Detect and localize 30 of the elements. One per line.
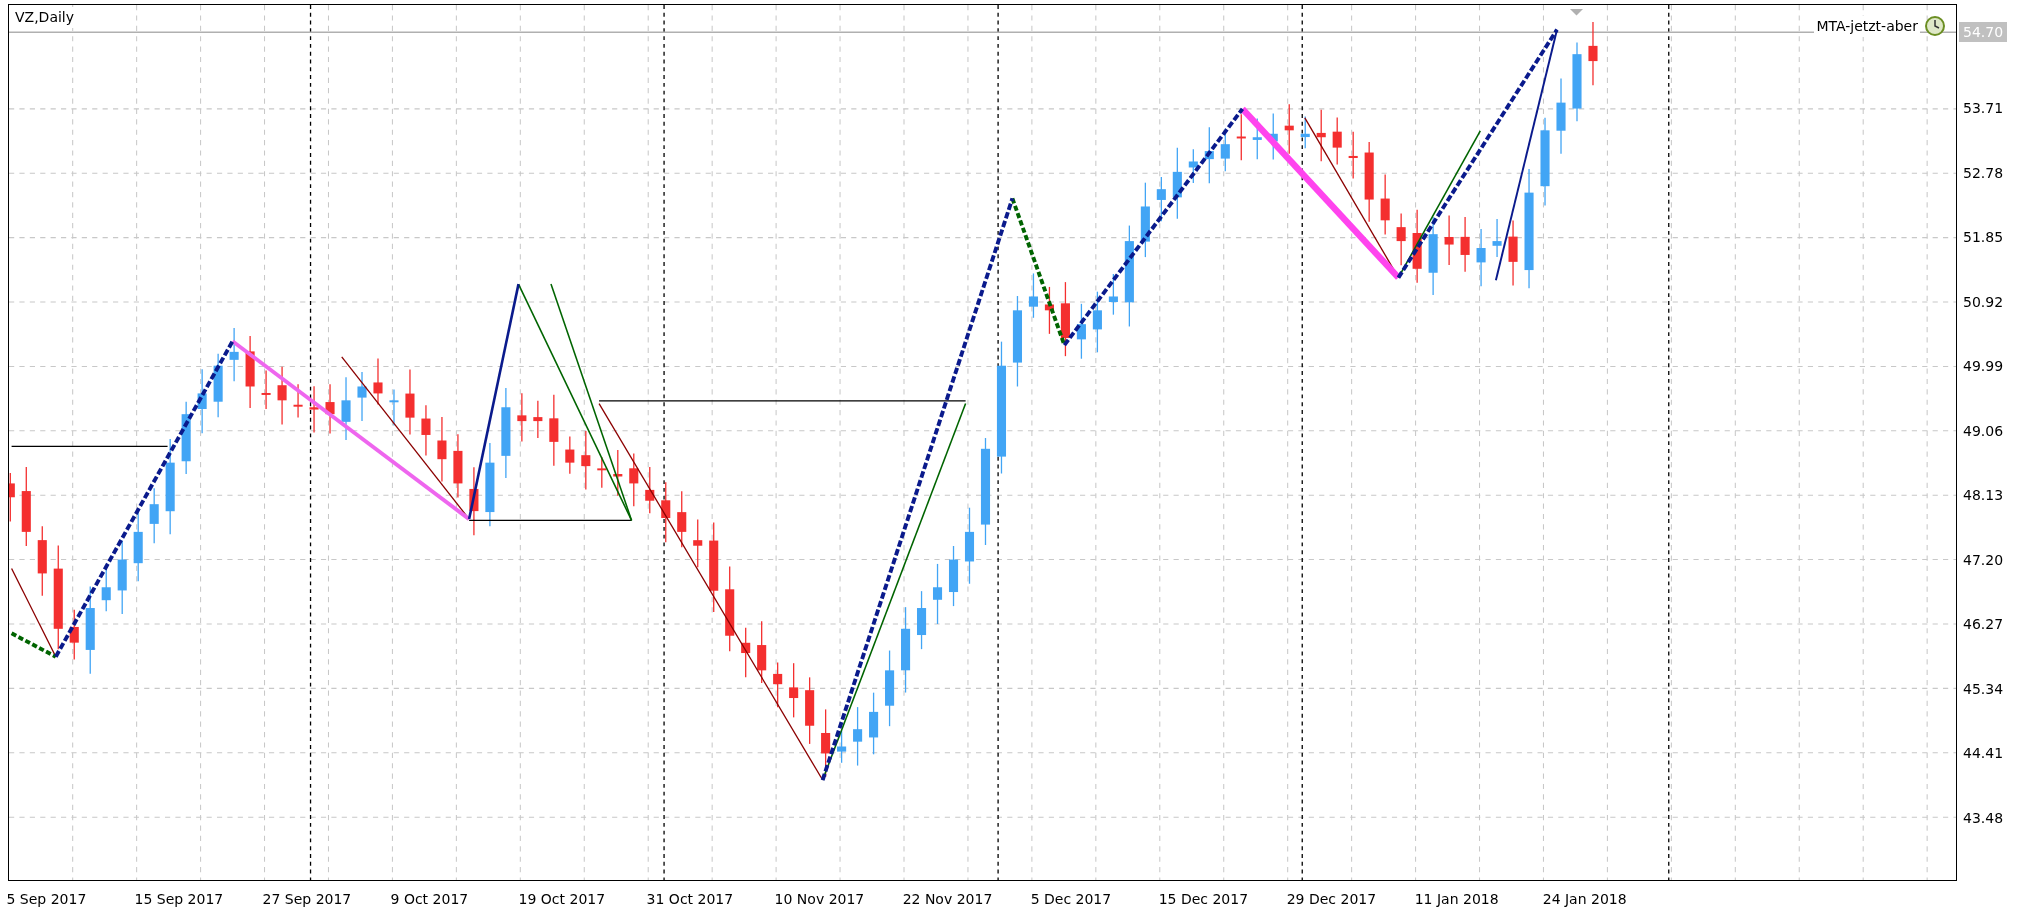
- price-axis-label: 51.85: [1963, 228, 2004, 247]
- price-axis-label: 44.41: [1963, 744, 2004, 763]
- symbol-label: VZ,Daily: [13, 7, 77, 28]
- date-axis-label: 5 Dec 2017: [1030, 890, 1112, 909]
- price-axis-label: 46.27: [1963, 615, 2004, 634]
- date-axis-label: 29 Dec 2017: [1286, 890, 1377, 909]
- date-axis-label: 10 Nov 2017: [774, 890, 865, 909]
- date-axis-label: 11 Jan 2018: [1414, 890, 1499, 909]
- price-axis-label: 47.20: [1963, 550, 2004, 569]
- date-axis-label: 15 Dec 2017: [1158, 890, 1249, 909]
- date-axis-label: 22 Nov 2017: [902, 890, 993, 909]
- price-axis-label: 45.34: [1963, 679, 2004, 698]
- price-axis-label: 50.92: [1963, 292, 2004, 311]
- date-axis-label: 27 Sep 2017: [262, 890, 352, 909]
- price-axis-label: 53.71: [1963, 98, 2004, 117]
- price-axis-label: 48.13: [1963, 486, 2004, 505]
- date-axis-label: 5 Sep 2017: [6, 890, 87, 909]
- triangle-marker: [1570, 8, 1583, 16]
- clock-icon: [1924, 15, 1946, 37]
- date-axis-label: 9 Oct 2017: [390, 890, 469, 909]
- price-axis-label: 52.78: [1963, 163, 2004, 182]
- current-price-label: 54.70: [1959, 22, 2008, 42]
- indicator-label: MTA-jetzt-aber: [1814, 15, 1920, 37]
- date-axis-label: 24 Jan 2018: [1542, 890, 1627, 909]
- date-axis-label: 31 Oct 2017: [646, 890, 734, 909]
- date-axis-label: 19 Oct 2017: [518, 890, 606, 909]
- date-axis-label: 15 Sep 2017: [134, 890, 224, 909]
- price-axis-label: 43.48: [1963, 808, 2004, 827]
- price-axis-label: 49.99: [1963, 357, 2004, 376]
- price-axis-label: 49.06: [1963, 421, 2004, 440]
